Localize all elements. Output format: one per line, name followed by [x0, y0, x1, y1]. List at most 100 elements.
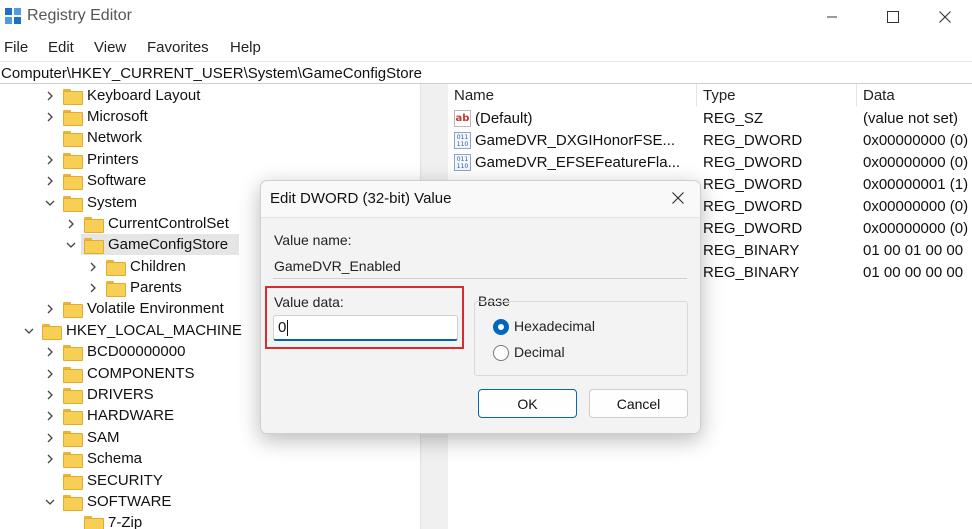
value-type: REG_DWORD	[703, 220, 803, 237]
tree-item-currentcontrolset[interactable]: CurrentControlSet	[64, 213, 229, 234]
chevron-right-icon[interactable]	[86, 256, 100, 277]
decimal-label[interactable]: Decimal	[514, 344, 565, 360]
close-window-button[interactable]	[918, 0, 972, 34]
menu-edit[interactable]: Edit	[48, 39, 74, 56]
tree-item-schema[interactable]: Schema	[43, 448, 142, 469]
folder-icon	[63, 152, 83, 169]
decimal-radio[interactable]	[493, 345, 509, 361]
tree-item-drivers[interactable]: DRIVERS	[43, 384, 154, 405]
hexadecimal-label[interactable]: Hexadecimal	[514, 318, 595, 334]
tree-item-microsoft[interactable]: Microsoft	[43, 106, 148, 127]
value-name: GameDVR_DXGIHonorFSE...	[475, 132, 676, 149]
value-row[interactable]: ab (Default) REG_SZ (value not set)	[448, 108, 972, 130]
hexadecimal-radio[interactable]	[493, 319, 509, 335]
tree-item-keyboard-layout[interactable]: Keyboard Layout	[43, 85, 200, 106]
tree-item-label: COMPONENTS	[87, 365, 195, 382]
tree-item-bcd00000000[interactable]: BCD00000000	[43, 341, 185, 362]
menu-help[interactable]: Help	[230, 39, 261, 56]
tree-item-volatile-environment[interactable]: Volatile Environment	[43, 298, 224, 319]
tree-item-label: System	[87, 194, 138, 211]
cancel-button-label: Cancel	[616, 395, 661, 412]
chevron-right-icon[interactable]	[43, 149, 57, 170]
value-type: REG_DWORD	[703, 176, 803, 193]
column-divider[interactable]	[856, 84, 857, 106]
tree-item-network[interactable]: Network	[43, 127, 142, 148]
tree-item-hkey-local-machine[interactable]: HKEY_LOCAL_MACHINE	[22, 320, 242, 341]
menu-file[interactable]: File	[4, 39, 28, 56]
maximize-button[interactable]	[866, 0, 920, 34]
tree-item-gameconfigstore[interactable]: GameConfigStore	[64, 234, 228, 255]
column-header-data[interactable]: Data	[863, 87, 895, 104]
tree-item-label: Volatile Environment	[87, 300, 224, 317]
value-row[interactable]: 011 110 GameDVR_DXGIHonorFSE... REG_DWORD…	[448, 130, 972, 152]
tree-item-components[interactable]: COMPONENTS	[43, 363, 195, 384]
chevron-right-icon[interactable]	[43, 448, 57, 469]
value-data: 01 00 01 00 00	[863, 242, 964, 259]
value-type: REG_SZ	[703, 110, 764, 127]
folder-icon	[106, 280, 126, 297]
chevron-right-icon[interactable]	[43, 170, 57, 191]
folder-icon	[63, 408, 83, 425]
column-header-type[interactable]: Type	[703, 87, 736, 104]
tree-item-system[interactable]: System	[43, 192, 137, 213]
chevron-right-icon[interactable]	[43, 405, 57, 426]
tree-item-label: Network	[87, 129, 143, 146]
chevron-down-icon[interactable]	[22, 320, 36, 341]
chevron-down-icon[interactable]	[43, 192, 57, 213]
tree-item-label: BCD00000000	[87, 343, 186, 360]
tree-item-label: Printers	[87, 151, 139, 168]
chevron-right-icon[interactable]	[43, 363, 57, 384]
tree-item-7-zip[interactable]: 7-Zip	[64, 512, 142, 529]
registry-editor-app-icon	[5, 8, 21, 24]
ok-button[interactable]: OK	[478, 389, 577, 418]
chevron-down-icon[interactable]	[43, 491, 57, 512]
folder-icon	[63, 173, 83, 190]
value-data: 0x00000000 (0)	[863, 154, 969, 171]
chevron-right-icon[interactable]	[43, 85, 57, 106]
value-type: REG_DWORD	[703, 198, 803, 215]
column-divider[interactable]	[696, 84, 697, 106]
dialog-close-button[interactable]	[668, 188, 688, 208]
cancel-button[interactable]: Cancel	[589, 389, 688, 418]
value-name-field[interactable]: GameDVR_Enabled	[274, 258, 401, 274]
minimize-button[interactable]	[805, 0, 859, 34]
column-header-name[interactable]: Name	[454, 87, 494, 104]
tree-item-label: Software	[87, 172, 147, 189]
dialog-body: Value name: GameDVR_Enabled Value data: …	[261, 217, 700, 433]
tree-item-sam[interactable]: SAM	[43, 427, 120, 448]
binary-value-icon: 011 110	[454, 132, 471, 149]
value-data-input[interactable]: 0	[273, 315, 458, 341]
menu-favorites[interactable]: Favorites	[147, 39, 209, 56]
chevron-right-icon[interactable]	[43, 106, 57, 127]
tree-item-printers[interactable]: Printers	[43, 149, 139, 170]
value-data: 0x00000000 (0)	[863, 132, 969, 149]
address-bar[interactable]: Computer\HKEY_CURRENT_USER\System\GameCo…	[0, 61, 972, 84]
chevron-right-icon[interactable]	[43, 298, 57, 319]
value-data-text: 0	[278, 319, 287, 336]
tree-item-software[interactable]: Software	[43, 170, 146, 191]
tree-item-parents[interactable]: Parents	[86, 277, 182, 298]
tree-item-label: SAM	[87, 429, 120, 446]
tree-item-label: SOFTWARE	[87, 493, 172, 510]
chevron-right-icon[interactable]	[43, 427, 57, 448]
chevron-right-icon[interactable]	[64, 213, 78, 234]
tree-item-label: CurrentControlSet	[108, 215, 229, 232]
chevron-right-icon[interactable]	[43, 384, 57, 405]
tree-item-software-hklm[interactable]: SOFTWARE	[43, 491, 171, 512]
folder-icon	[63, 451, 83, 468]
folder-icon	[84, 237, 104, 254]
chevron-right-icon[interactable]	[43, 341, 57, 362]
window-title: Registry Editor	[27, 7, 132, 24]
tree-item-label: DRIVERS	[87, 386, 154, 403]
chevron-right-icon[interactable]	[86, 277, 100, 298]
value-name-underline	[273, 278, 687, 279]
tree-item-security[interactable]: SECURITY	[43, 470, 163, 491]
address-path[interactable]: Computer\HKEY_CURRENT_USER\System\GameCo…	[1, 65, 422, 82]
value-data: (value not set)	[863, 110, 959, 127]
tree-item-label: SECURITY	[87, 472, 163, 489]
menu-view[interactable]: View	[94, 39, 126, 56]
tree-item-hardware[interactable]: HARDWARE	[43, 405, 174, 426]
value-row[interactable]: 011 110 GameDVR_EFSEFeatureFla... REG_DWO…	[448, 152, 972, 174]
tree-item-children[interactable]: Children	[86, 256, 186, 277]
chevron-down-icon[interactable]	[64, 234, 78, 255]
